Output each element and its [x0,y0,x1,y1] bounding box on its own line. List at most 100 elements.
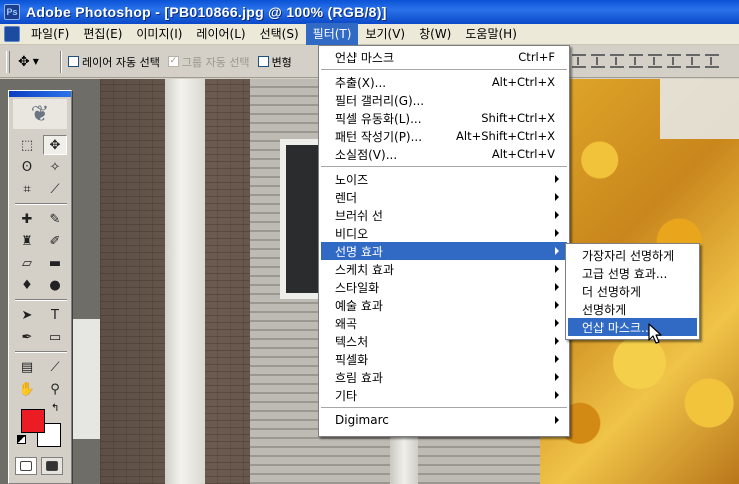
slice-tool-icon[interactable]: ⟋ [43,179,67,199]
submenu-item-sharpen-edges[interactable]: 가장자리 선명하게 [568,246,697,264]
filter-menu-item-liquify[interactable]: 픽셀 유동화(L)... Shift+Ctrl+X [321,109,567,127]
options-bar-grip[interactable] [6,50,10,73]
crop-tool-icon[interactable]: ⌗ [15,179,39,199]
submenu-item-unsharp-mask[interactable]: 언샵 마스크... [568,318,697,336]
edit-mode-buttons [9,453,71,479]
healing-brush-tool-icon[interactable]: ✚ [15,209,39,229]
menu-layer[interactable]: 레이어(L) [189,23,252,45]
menu-item-label: 패턴 작성기(P)... [335,129,423,144]
distribute-icon[interactable] [686,54,700,68]
menu-view[interactable]: 보기(V) [358,23,412,45]
filter-menu-item-stylize[interactable]: 스타일화 [321,278,567,296]
move-tool-icon[interactable]: ✥ [43,135,67,155]
submenu-arrow-icon [555,193,559,201]
tool-divider [15,299,67,301]
checkbox-box[interactable] [68,56,79,67]
quick-mask-mode-button[interactable] [41,457,63,475]
pen-tool-icon[interactable]: ✒ [15,327,39,347]
menu-item-shortcut: Alt+Shift+Ctrl+X [456,129,555,143]
menu-item-label: 텍스처 [335,334,369,349]
menu-filter[interactable]: 필터(T) [305,23,359,45]
eraser-tool-icon[interactable]: ▱ [15,253,39,273]
blur-tool-icon[interactable]: ♦ [15,275,39,295]
filter-menu-item-blur[interactable]: 흐림 효과 [321,368,567,386]
foreground-color-swatch[interactable] [21,409,45,433]
align-icon[interactable] [572,54,586,68]
filter-menu-item-other[interactable]: 기타 [321,386,567,404]
filter-menu-item-artistic[interactable]: 예술 효과 [321,296,567,314]
menu-select[interactable]: 선택(S) [253,23,306,45]
filter-menu-item-brush-strokes[interactable]: 브러쉬 선 [321,206,567,224]
swap-colors-icon[interactable]: ↰ [51,403,59,414]
filter-menu-item-render[interactable]: 렌더 [321,188,567,206]
menu-edit[interactable]: 편집(E) [76,23,129,45]
auto-select-layer-checkbox[interactable]: 레이어 자동 선택 [68,54,160,70]
title-bar: Ps Adobe Photoshop - [PB010866.jpg @ 100… [0,0,739,24]
options-divider [60,50,62,73]
lasso-tool-icon[interactable]: ʘ [15,157,39,177]
distribute-icon[interactable] [667,54,681,68]
submenu-item-sharpen-more[interactable]: 더 선명하게 [568,282,697,300]
submenu-arrow-icon [555,175,559,183]
submenu-item-sharpen[interactable]: 선명하게 [568,300,697,318]
filter-menu-item-sketch[interactable]: 스케치 효과 [321,260,567,278]
hand-tool-icon[interactable]: ✋ [15,379,39,399]
notes-tool-icon[interactable]: ▤ [15,357,39,377]
filter-menu-item-sharpen[interactable]: 선명 효과 [321,242,567,260]
move-tool-icon: ✥ [18,53,30,70]
brush-tool-icon[interactable]: ✎ [43,209,67,229]
align-icon[interactable] [591,54,605,68]
filter-menu-item-extract[interactable]: 추출(X)... Alt+Ctrl+X [321,73,567,91]
menu-file[interactable]: 파일(F) [24,23,76,45]
distribute-icon[interactable] [705,54,719,68]
submenu-arrow-icon [555,373,559,381]
path-selection-tool-icon[interactable]: ➤ [15,305,39,325]
checkbox-box[interactable] [257,56,269,67]
magic-wand-tool-icon[interactable]: ✧ [43,157,67,177]
menu-item-label: 선명하게 [582,302,627,317]
clone-stamp-tool-icon[interactable]: ♜ [15,231,39,251]
filter-menu-item-noise[interactable]: 노이즈 [321,170,567,188]
filter-menu-item-vanishing-point[interactable]: 소실점(V)... Alt+Ctrl+V [321,145,567,163]
align-icon[interactable] [610,54,624,68]
standard-mode-button[interactable] [15,457,37,475]
submenu-item-smart-sharpen[interactable]: 고급 선명 효과... [568,264,697,282]
zoom-tool-icon[interactable]: ⚲ [43,379,67,399]
dodge-tool-icon[interactable]: ● [43,275,67,295]
menu-window[interactable]: 창(W) [412,23,458,45]
standard-mode-icon [20,461,32,471]
document-icon[interactable] [4,26,20,42]
quick-mask-icon [46,461,58,471]
filter-menu-item-last-filter[interactable]: 언샵 마스크 Ctrl+F [321,48,567,66]
shape-tool-icon[interactable]: ▭ [43,327,67,347]
menu-image[interactable]: 이미지(I) [129,23,189,45]
filter-menu-item-video[interactable]: 비디오 [321,224,567,242]
menu-help[interactable]: 도움말(H) [458,23,524,45]
filter-menu-item-pattern-maker[interactable]: 패턴 작성기(P)... Alt+Shift+Ctrl+X [321,127,567,145]
filter-menu-item-digimarc[interactable]: Digimarc [321,411,567,429]
filter-menu-item-distort[interactable]: 왜곡 [321,314,567,332]
marquee-tool-icon[interactable]: ⬚ [15,135,39,155]
filter-menu-item-filter-gallery[interactable]: 필터 갤러리(G)... [321,91,567,109]
menu-item-label: 소실점(V)... [335,147,398,162]
auto-select-group-checkbox[interactable]: ✓ 그룹 자동 선택 [167,54,250,70]
mouse-pointer-icon [648,323,662,344]
toolbox-title-bar[interactable] [9,91,71,97]
filter-menu-item-texture[interactable]: 텍스처 [321,332,567,350]
filter-menu-item-pixelate[interactable]: 픽셀화 [321,350,567,368]
eyedropper-tool-icon[interactable]: ⟋ [43,357,67,377]
distribute-icon[interactable] [629,54,643,68]
type-tool-icon[interactable]: T [43,305,67,325]
checkbox-box[interactable]: ✓ [167,56,179,67]
menu-item-label: 더 선명하게 [582,284,642,299]
transform-controls-checkbox[interactable]: 변형 [257,54,292,70]
feather-logo-icon[interactable]: ❦ [13,99,67,129]
distribute-icon[interactable] [648,54,662,68]
history-brush-tool-icon[interactable]: ✐ [43,231,67,251]
tool-preset-picker[interactable]: ✥ ▼ [18,51,54,73]
default-colors-icon[interactable] [17,435,26,444]
menu-bar: 파일(F) 편집(E) 이미지(I) 레이어(L) 선택(S) 필터(T) 보기… [0,23,739,45]
menu-item-label: 브러쉬 선 [335,208,383,223]
submenu-arrow-icon [555,211,559,219]
gradient-tool-icon[interactable]: ▬ [43,253,67,273]
